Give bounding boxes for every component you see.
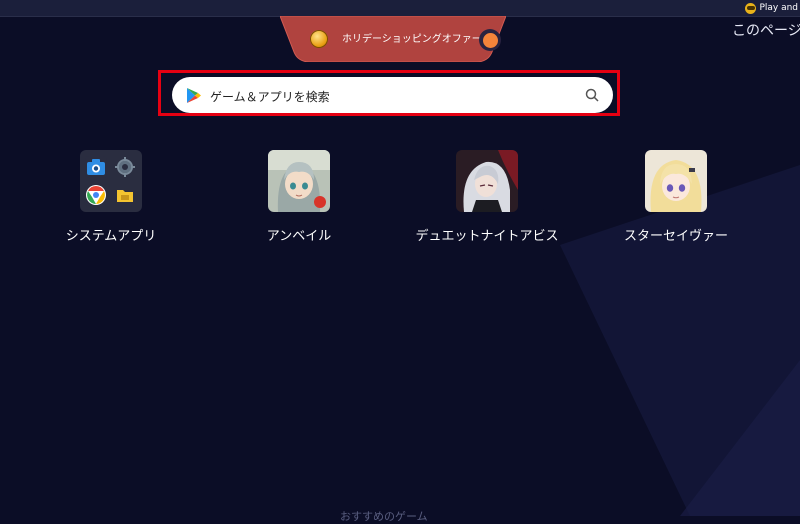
- app-system-apps[interactable]: システムアプリ: [31, 150, 191, 244]
- game-controller-icon: [745, 2, 757, 14]
- app-store-indicator[interactable]: Play and: [745, 0, 800, 16]
- promo-toggle-button[interactable]: [479, 29, 501, 51]
- search-input[interactable]: ゲーム＆アプリを検索: [210, 88, 330, 105]
- app-unveil[interactable]: アンベイル: [219, 150, 379, 244]
- file-manager-icon: [114, 184, 136, 206]
- page-link[interactable]: このページ: [732, 20, 800, 40]
- app-star-savior[interactable]: スターセイヴァー: [596, 150, 756, 244]
- section-heading-partial: おすすめのゲーム: [340, 510, 428, 523]
- search-bar[interactable]: ゲーム＆アプリを検索: [172, 77, 613, 113]
- app-label: アンベイル: [266, 229, 332, 244]
- app-label: デュエットナイトアビス: [415, 229, 559, 244]
- star-savior-game-icon: [645, 150, 707, 212]
- app-store-label: Play and: [759, 3, 798, 13]
- duet-night-abyss-game-icon: [456, 150, 518, 212]
- coin-icon: [310, 30, 328, 48]
- unveil-game-icon: [268, 150, 330, 212]
- app-label: スターセイヴァー: [623, 229, 728, 244]
- settings-gear-icon: [114, 156, 136, 178]
- chrome-icon: [85, 184, 107, 206]
- app-duet-night-abyss[interactable]: デュエットナイトアビス: [407, 150, 567, 244]
- app-label: システムアプリ: [65, 229, 157, 244]
- promo-text: ホリデーショッピングオファー: [342, 34, 482, 45]
- system-apps-folder-icon: [80, 150, 142, 212]
- google-play-icon: [187, 88, 201, 103]
- camera-icon: [85, 156, 107, 178]
- top-bar: Play and: [0, 0, 800, 17]
- holiday-promo-banner[interactable]: ホリデーショッピングオファー: [280, 16, 506, 62]
- search-icon[interactable]: [585, 88, 599, 102]
